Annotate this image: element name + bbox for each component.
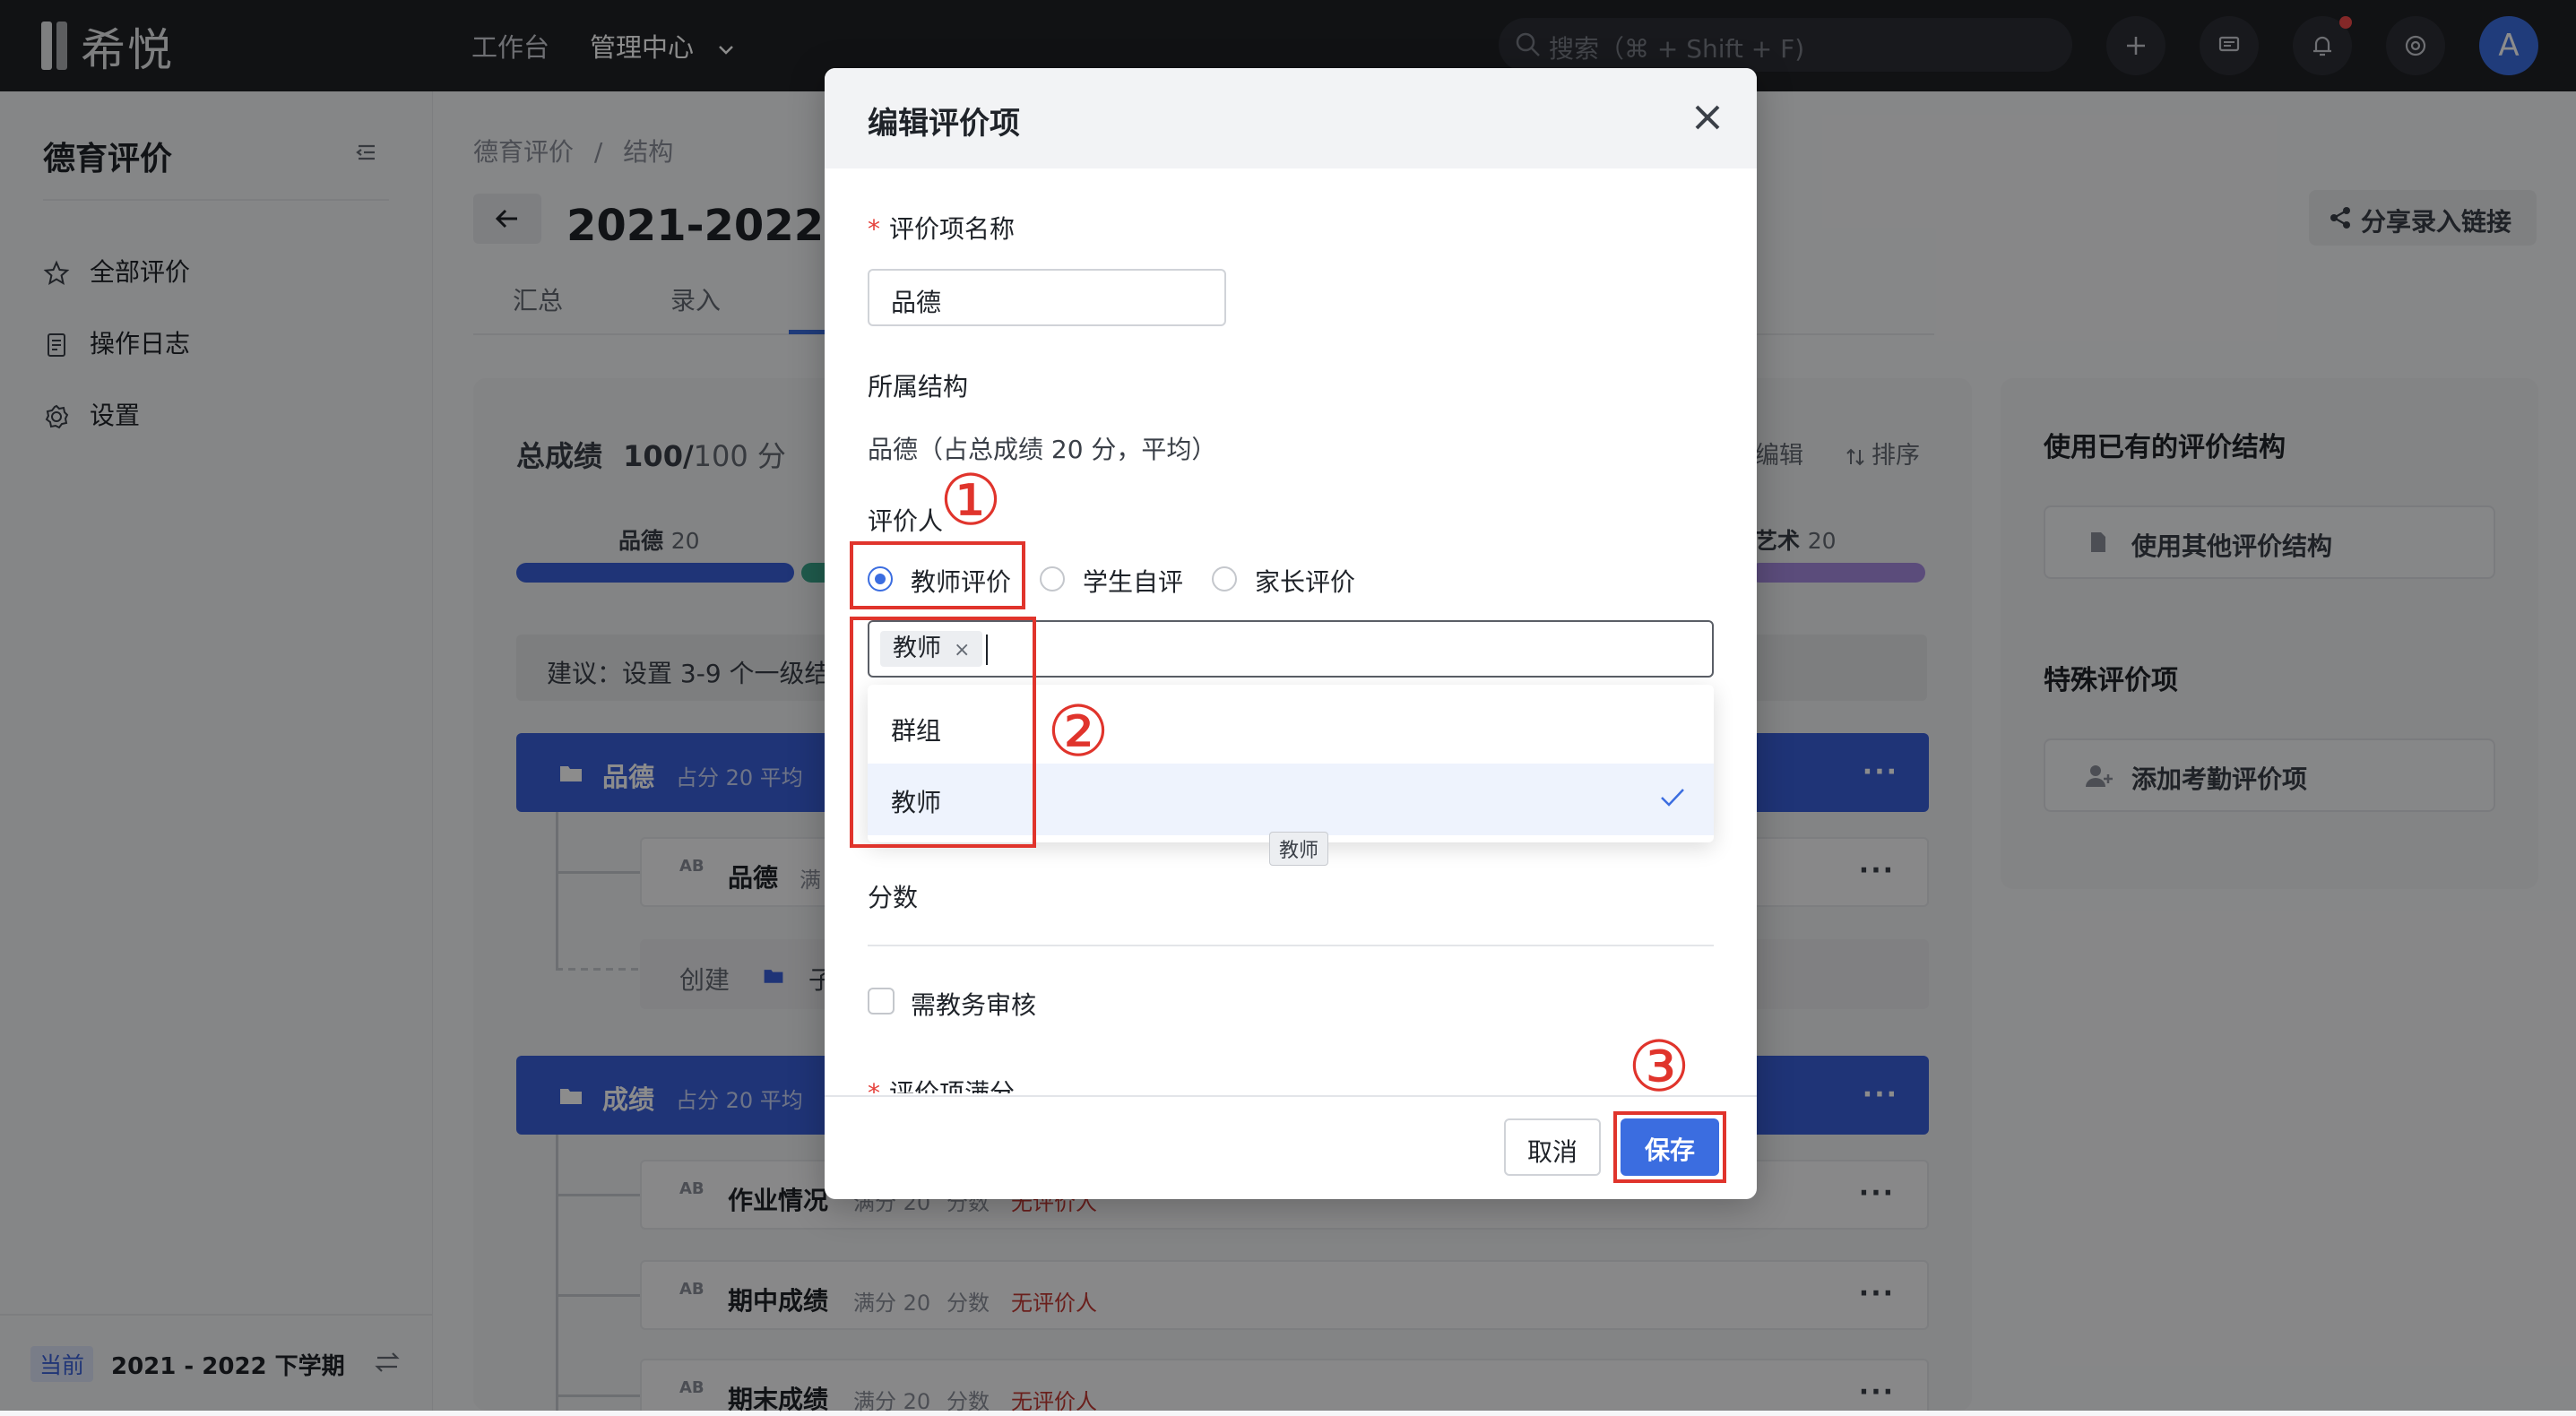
annotation-number-1: ① xyxy=(939,461,1002,541)
item-name-value: 品德 xyxy=(891,288,942,317)
annotation-box-3 xyxy=(1613,1111,1726,1183)
evaluator-label: 评价人 xyxy=(868,506,944,536)
check-icon xyxy=(1661,789,1684,807)
structure-label: 所属结构 xyxy=(868,372,969,401)
max-score-label-text: 评价项满分 xyxy=(889,1078,1016,1093)
radio-label-student[interactable]: 学生自评 xyxy=(1083,563,1183,599)
cancel-button[interactable]: 取消 xyxy=(1504,1118,1601,1176)
score-field-underline xyxy=(868,945,1714,946)
requires-review-label[interactable]: 需教务审核 xyxy=(911,986,1036,1022)
annotation-box-2 xyxy=(850,617,1036,848)
name-field-label: * 评价项名称 xyxy=(868,210,1015,246)
name-label-text: 评价项名称 xyxy=(889,214,1016,244)
radio-label-parent[interactable]: 家长评价 xyxy=(1255,563,1355,599)
option-tooltip: 教师 xyxy=(1269,832,1329,866)
dialog-footer-divider xyxy=(825,1095,1757,1097)
dialog-title: 编辑评价项 xyxy=(868,106,1020,142)
requires-review-checkbox[interactable] xyxy=(868,988,895,1015)
score-type-label: 分数 xyxy=(868,883,919,912)
radio-parent-eval[interactable] xyxy=(1212,566,1237,591)
annotation-number-3: ③ xyxy=(1628,1027,1690,1108)
item-name-input[interactable]: 品德 xyxy=(868,269,1226,326)
radio-student-self-eval[interactable] xyxy=(1040,566,1065,591)
annotation-box-1 xyxy=(850,541,1025,609)
max-score-label: * 评价项满分 xyxy=(868,1074,1015,1093)
close-icon[interactable] xyxy=(1692,102,1723,133)
cancel-label: 取消 xyxy=(1526,1137,1578,1167)
required-asterisk: * xyxy=(868,214,880,244)
annotation-number-2: ② xyxy=(1047,692,1110,773)
structure-value: 品德（占总成绩 20 分，平均） xyxy=(868,435,1217,464)
required-asterisk: * xyxy=(868,1078,880,1093)
